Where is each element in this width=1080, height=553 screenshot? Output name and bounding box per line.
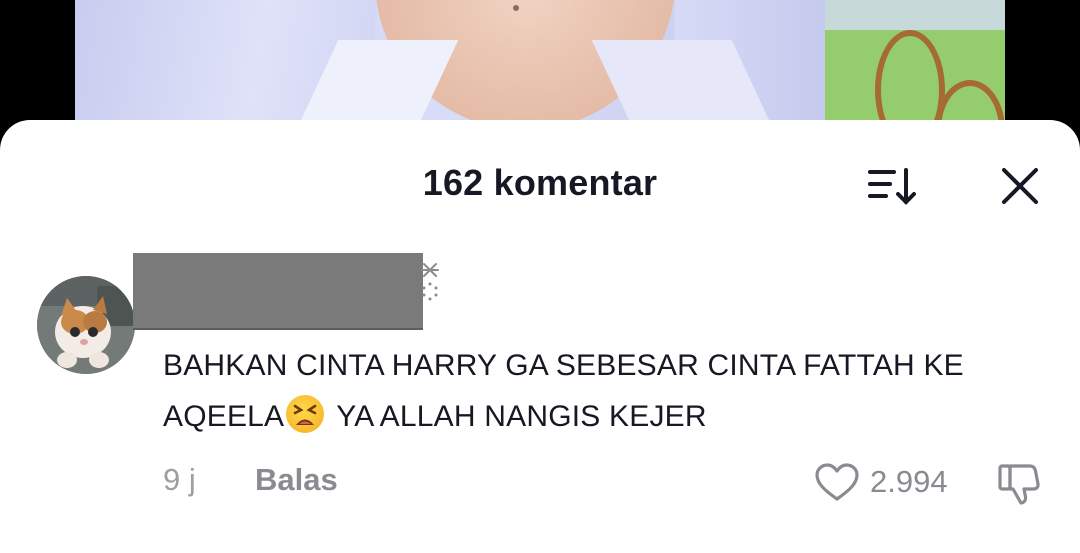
heart-outline-icon[interactable] bbox=[814, 462, 860, 502]
comment-line-2-end: YA ALLAH NANGIS KEJER bbox=[328, 400, 707, 433]
comments-sheet: 162 komentar BAHKAN CINTA HARRY GA SEBES… bbox=[0, 120, 1080, 553]
like-count: 2.994 bbox=[870, 464, 948, 499]
reply-button[interactable]: Balas bbox=[255, 462, 338, 498]
comment-line-1: BAHKAN CINTA HARRY GA SEBESAR CINTA FATT… bbox=[163, 349, 964, 382]
video-preview[interactable] bbox=[75, 0, 1005, 130]
comment-timestamp: 9 j bbox=[163, 462, 196, 497]
username-redacted bbox=[133, 253, 423, 328]
comment-text: BAHKAN CINTA HARRY GA SEBESAR CINTA FATT… bbox=[163, 340, 1043, 442]
thumbs-down-icon[interactable] bbox=[996, 460, 1044, 508]
tired-face-emoji bbox=[286, 395, 325, 433]
app-screen: 162 komentar BAHKAN CINTA HARRY GA SEBES… bbox=[0, 0, 1080, 553]
comment-line-2-start: AQEELA bbox=[163, 400, 285, 433]
username-badge-icon bbox=[421, 263, 439, 301]
kitten-avatar bbox=[37, 276, 135, 374]
sort-descending-icon bbox=[868, 168, 916, 205]
close-icon bbox=[1002, 168, 1038, 204]
close-button[interactable] bbox=[996, 164, 1044, 208]
comments-count-title: 162 komentar bbox=[422, 162, 658, 203]
avatar[interactable] bbox=[37, 276, 135, 374]
sort-button[interactable] bbox=[866, 164, 918, 208]
